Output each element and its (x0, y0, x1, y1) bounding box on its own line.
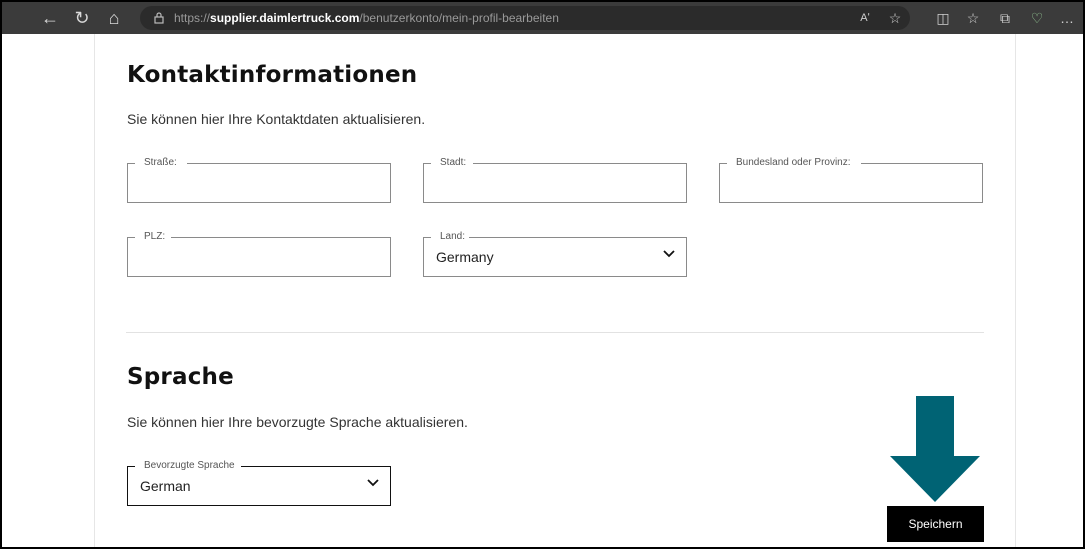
url-scheme: https:// (174, 11, 211, 25)
field-border (127, 163, 135, 164)
collections-icon[interactable]: ⧉ (992, 2, 1018, 34)
down-arrow-annotation-icon (890, 396, 980, 502)
country-value: Germany (436, 249, 494, 265)
country-label: Land: (436, 231, 470, 243)
favorite-star-icon[interactable]: ☆ (882, 2, 908, 34)
zip-field[interactable]: PLZ: (127, 231, 391, 277)
language-section-title: Sprache (127, 364, 234, 390)
favorites-list-icon[interactable]: ☆ (960, 2, 986, 34)
page-content: Kontaktinformationen Sie können hier Ihr… (2, 34, 1083, 547)
reload-icon[interactable]: ↻ (68, 2, 96, 34)
field-border (719, 163, 727, 164)
split-screen-icon[interactable]: ◫ (930, 2, 956, 34)
url-path: /benutzerkonto/mein-profil-bearbeiten (359, 11, 559, 25)
contact-section-description: Sie können hier Ihre Kontaktdaten aktual… (127, 111, 426, 127)
city-field[interactable]: Stadt: (423, 157, 687, 203)
preferred-language-label: Bevorzugte Sprache (140, 460, 239, 472)
street-field[interactable]: Straße: (127, 157, 391, 203)
city-label: Stadt: (436, 157, 471, 169)
field-border (423, 237, 431, 238)
contact-section-title: Kontaktinformationen (127, 62, 418, 88)
preferred-language-select[interactable]: Bevorzugte Sprache German (127, 460, 391, 506)
content-border-right (1015, 34, 1016, 547)
address-bar[interactable]: https://supplier.daimlertruck.com/benutz… (140, 6, 910, 30)
state-label: Bundesland oder Provinz: (732, 157, 855, 169)
home-icon[interactable]: ⌂ (100, 2, 128, 34)
field-border (241, 466, 391, 467)
section-divider (126, 332, 984, 333)
back-arrow-icon[interactable]: ← (36, 2, 64, 34)
field-border (171, 237, 391, 238)
field-border (127, 237, 135, 238)
field-border (473, 163, 687, 164)
url-text: https://supplier.daimlertruck.com/benutz… (174, 11, 559, 25)
field-border (423, 163, 431, 164)
street-label: Straße: (140, 157, 181, 169)
state-field[interactable]: Bundesland oder Provinz: (719, 157, 983, 203)
browser-window: ← ↻ ⌂ https://supplier.daimlertruck.com/… (0, 0, 1085, 549)
preferred-language-value: German (140, 478, 191, 494)
more-menu-icon[interactable]: … (1054, 2, 1080, 34)
chevron-down-icon[interactable] (366, 476, 380, 490)
content-border-left (94, 34, 95, 547)
save-button[interactable]: Speichern (887, 506, 984, 542)
zip-label: PLZ: (140, 231, 170, 243)
browser-essentials-icon[interactable]: ♡ (1024, 2, 1050, 34)
read-aloud-icon[interactable]: Aʹ (852, 2, 878, 34)
chevron-down-icon[interactable] (662, 247, 676, 261)
browser-toolbar: ← ↻ ⌂ https://supplier.daimlertruck.com/… (2, 2, 1083, 34)
field-border (861, 163, 983, 164)
field-border (467, 237, 687, 238)
language-section-description: Sie können hier Ihre bevorzugte Sprache … (127, 414, 468, 430)
field-border (187, 163, 391, 164)
lock-icon (152, 11, 166, 25)
url-host: supplier.daimlertruck.com (210, 11, 360, 25)
country-select[interactable]: Land: Germany (423, 231, 687, 277)
field-border (127, 466, 135, 467)
